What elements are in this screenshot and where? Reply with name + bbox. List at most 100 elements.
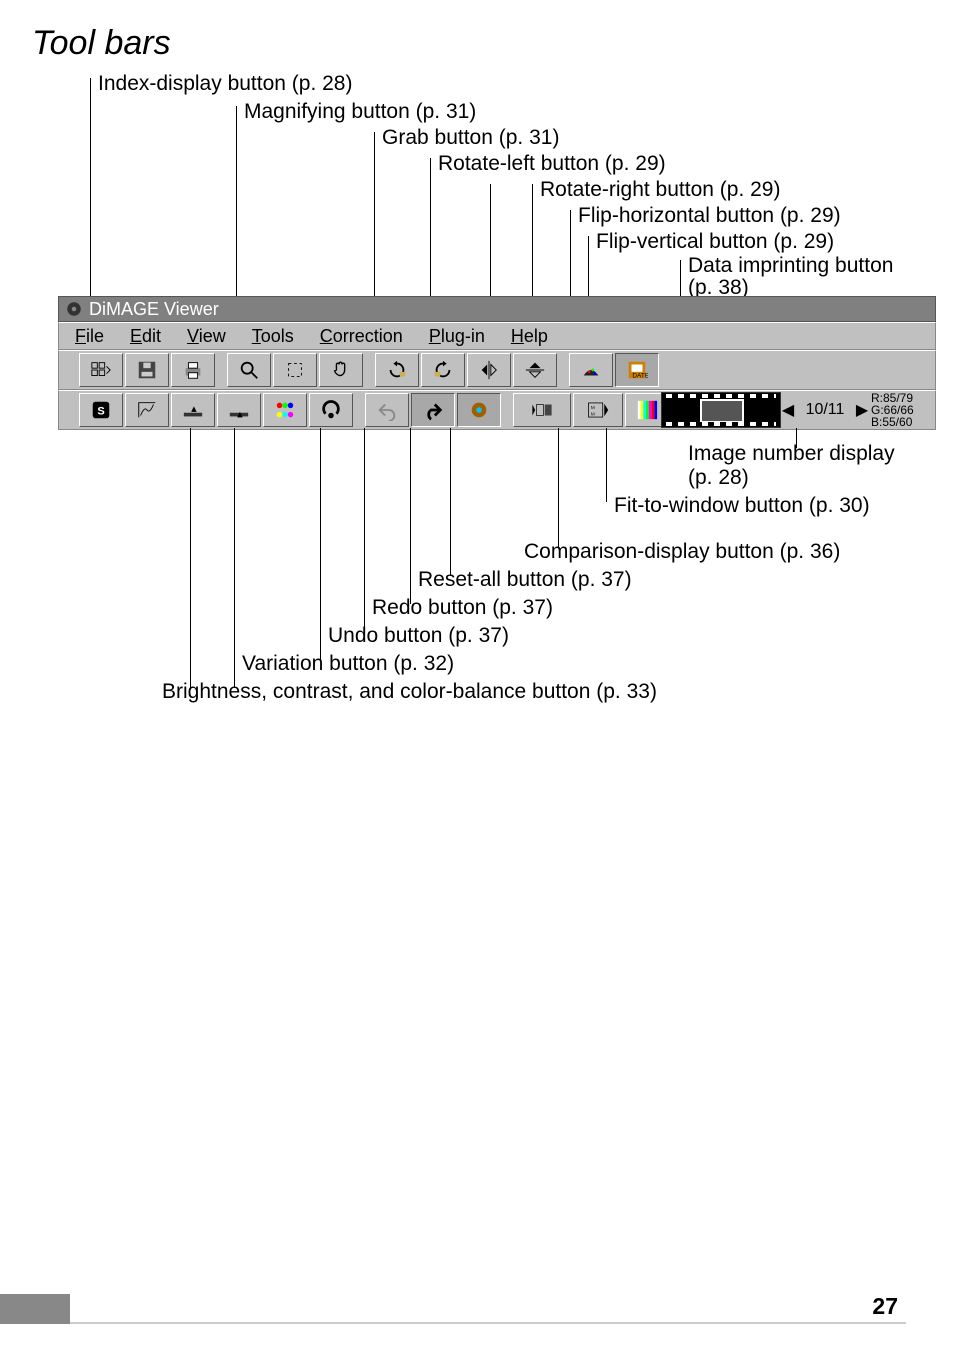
menu-help[interactable]: Help	[499, 324, 560, 349]
film-frame-icon	[700, 399, 744, 423]
fit-screen-button[interactable]	[273, 353, 317, 387]
slider-dark-icon	[182, 399, 204, 421]
fit-to-window-button[interactable]: MM	[573, 393, 623, 427]
fit-window-icon: MM	[587, 399, 609, 421]
callout-grab: Grab button (p. 31)	[382, 126, 559, 150]
bars-icon	[636, 399, 658, 421]
menu-view[interactable]: View	[175, 324, 238, 349]
palette-dark-icon	[580, 359, 602, 381]
callout-flip-horizontal: Flip-horizontal button (p. 29)	[578, 204, 841, 228]
image-indicator-area: ◀ 10/11 ▶ R:85/79 G:66/66 B:55/60	[661, 390, 935, 430]
flip-vertical-button[interactable]	[513, 353, 557, 387]
rotate-left-icon	[386, 359, 408, 381]
callout-data-imprint-1: Data imprinting button	[688, 254, 893, 278]
next-image-button[interactable]: ▶	[855, 400, 869, 420]
comparison-display-button[interactable]	[513, 393, 571, 427]
prev-image-button[interactable]: ◀	[781, 400, 795, 420]
tone-curve-1-button[interactable]	[171, 393, 215, 427]
magnify-button[interactable]	[227, 353, 271, 387]
rgb-b: B:55/60	[871, 416, 933, 428]
menu-correction[interactable]: Correction	[308, 324, 415, 349]
svg-text:M: M	[591, 412, 595, 417]
window-title: DiMAGE Viewer	[89, 299, 219, 320]
image-number-display: 10/11	[795, 401, 855, 419]
callout-variation: Variation button (p. 32)	[242, 652, 454, 676]
film-strip	[661, 392, 781, 428]
menu-plugin[interactable]: Plug-in	[417, 324, 497, 349]
flip-horizontal-button[interactable]	[467, 353, 511, 387]
menu-file[interactable]: File	[63, 324, 116, 349]
flip-v-icon	[524, 359, 546, 381]
svg-text:S: S	[97, 406, 104, 418]
color-balance-dark-button[interactable]	[569, 353, 613, 387]
fit-icon	[284, 359, 306, 381]
bcc-icon	[274, 399, 296, 421]
tone-curve-2-button[interactable]	[217, 393, 261, 427]
leader-line	[450, 428, 451, 576]
save-button[interactable]	[125, 353, 169, 387]
callout-comparison: Comparison-display button (p. 36)	[524, 540, 840, 564]
variation-button[interactable]	[309, 393, 353, 427]
leader-line	[558, 428, 559, 548]
flip-h-icon	[478, 359, 500, 381]
redo-icon	[422, 399, 444, 421]
slider-up-icon	[228, 399, 250, 421]
callout-redo: Redo button (p. 37)	[372, 596, 553, 620]
toolbar-row-1: DATE	[58, 350, 936, 390]
menu-bar: File Edit View Tools Correction Plug-in …	[58, 322, 936, 350]
leader-line	[190, 428, 191, 688]
grab-button[interactable]	[319, 353, 363, 387]
histogram-icon	[136, 399, 158, 421]
page-decoration-line	[70, 1322, 906, 1324]
page-title: Tool bars	[32, 24, 171, 63]
callout-fit-to-window: Fit-to-window button (p. 30)	[614, 494, 870, 518]
callout-rotate-left: Rotate-left button (p. 29)	[438, 152, 666, 176]
callout-image-number-1: Image number display	[688, 442, 895, 466]
redo-button[interactable]	[411, 393, 455, 427]
print-button[interactable]	[171, 353, 215, 387]
app-window: DiMAGE Viewer File Edit View Tools Corre…	[58, 296, 936, 430]
print-icon	[182, 359, 204, 381]
reset-all-button[interactable]	[457, 393, 501, 427]
menu-tools[interactable]: Tools	[240, 324, 306, 349]
compare-icon	[531, 399, 553, 421]
variation-icon	[320, 399, 342, 421]
undo-button[interactable]	[365, 393, 409, 427]
svg-text:M: M	[591, 405, 595, 410]
menu-edit[interactable]: Edit	[118, 324, 173, 349]
leader-line	[410, 428, 411, 604]
magnify-icon	[238, 359, 260, 381]
leader-line	[234, 428, 235, 688]
svg-text:DATE: DATE	[632, 372, 648, 379]
rotate-right-button[interactable]	[421, 353, 465, 387]
data-imprint-button[interactable]: DATE	[615, 353, 659, 387]
imprint-icon: DATE	[626, 359, 648, 381]
leader-line	[796, 428, 797, 448]
leader-line	[364, 428, 365, 632]
callout-image-number-2: (p. 28)	[688, 466, 749, 490]
save-icon	[136, 359, 158, 381]
rgb-readout: R:85/79 G:66/66 B:55/60	[869, 391, 935, 429]
snapshot-icon: S	[90, 399, 112, 421]
callout-index-display: Index-display button (p. 28)	[98, 72, 352, 96]
leader-line	[320, 428, 321, 660]
grid-icon	[90, 359, 112, 381]
callout-flip-vertical: Flip-vertical button (p. 29)	[596, 230, 834, 254]
hand-icon	[330, 359, 352, 381]
callout-undo: Undo button (p. 37)	[328, 624, 509, 648]
callout-rotate-right: Rotate-right button (p. 29)	[540, 178, 780, 202]
brightness-contrast-button[interactable]	[263, 393, 307, 427]
reset-icon	[468, 399, 490, 421]
title-bar: DiMAGE Viewer	[58, 296, 936, 322]
page-decoration-bar	[0, 1294, 70, 1324]
leader-line	[606, 428, 607, 502]
rotate-left-button[interactable]	[375, 353, 419, 387]
rotate-right-icon	[432, 359, 454, 381]
index-display-button[interactable]	[79, 353, 123, 387]
callout-magnifying: Magnifying button (p. 31)	[244, 100, 476, 124]
page-number: 27	[872, 1293, 898, 1320]
toolbar-row-2: S MM	[58, 390, 936, 430]
histogram-button[interactable]	[125, 393, 169, 427]
app-icon	[65, 300, 83, 318]
snapshot-button[interactable]: S	[79, 393, 123, 427]
